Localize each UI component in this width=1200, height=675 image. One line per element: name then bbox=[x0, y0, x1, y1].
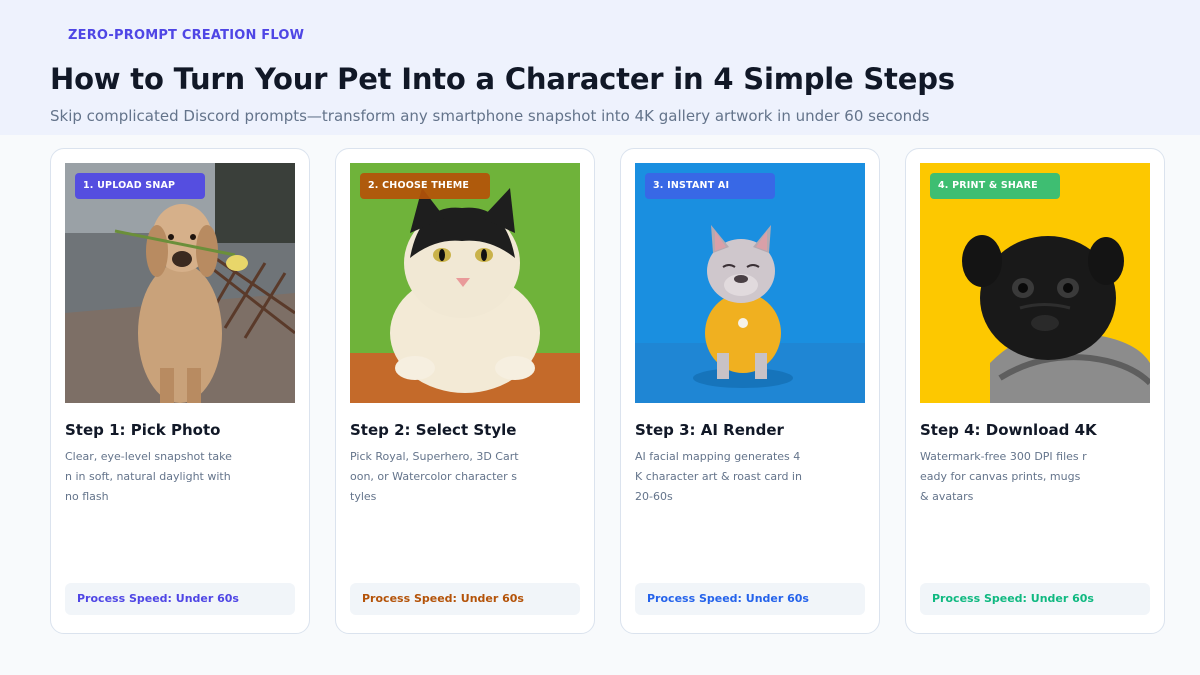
step-4-speed-badge: Process Speed: Under 60s bbox=[920, 583, 1150, 615]
step-card-1[interactable]: 1. UPLOAD SNAP Step 1: Pick Photo Clear,… bbox=[50, 148, 310, 634]
step-2-photo bbox=[350, 163, 580, 403]
step-1-description: Clear, eye-level snapshot taken in soft,… bbox=[65, 450, 232, 503]
step-card-4[interactable]: 4. PRINT & SHARE Step 4: Download 4K Wat… bbox=[905, 148, 1165, 634]
step-3-speed-badge: Process Speed: Under 60s bbox=[635, 583, 865, 615]
step-card-3[interactable]: 3. INSTANT AI Step 3: AI Render AI facia… bbox=[620, 148, 880, 634]
step-1-title: Step 1: Pick Photo bbox=[65, 421, 221, 439]
step-2-speed-badge: Process Speed: Under 60s bbox=[350, 583, 580, 615]
step-4-badge: 4. PRINT & SHARE bbox=[930, 173, 1060, 199]
step-2-description: Pick Royal, Superhero, 3D Cartoon, or Wa… bbox=[350, 450, 519, 503]
pug-image bbox=[920, 163, 1150, 403]
step-3-badge: 3. INSTANT AI bbox=[645, 173, 775, 199]
step-card-2[interactable]: 2. CHOOSE THEME Step 2: Select Style Pic… bbox=[335, 148, 595, 634]
step-1-badge: 1. UPLOAD SNAP bbox=[75, 173, 205, 199]
step-2-title: Step 2: Select Style bbox=[350, 421, 517, 439]
step-3-title: Step 3: AI Render bbox=[635, 421, 784, 439]
step-1-speed-badge: Process Speed: Under 60s bbox=[65, 583, 295, 615]
french-bulldog-image bbox=[635, 163, 865, 403]
cat-image bbox=[350, 163, 580, 403]
step-3-description: AI facial mapping generates 4K character… bbox=[635, 450, 802, 503]
step-4-photo bbox=[920, 163, 1150, 403]
header-band: ZERO-PROMPT CREATION FLOW How to Turn Yo… bbox=[0, 0, 1200, 135]
step-1-photo bbox=[65, 163, 295, 403]
page-title: How to Turn Your Pet Into a Character in… bbox=[50, 62, 955, 96]
step-3-photo bbox=[635, 163, 865, 403]
page-subtitle: Skip complicated Discord prompts—transfo… bbox=[50, 107, 930, 125]
golden-retriever-image bbox=[65, 163, 295, 403]
eyebrow-label: ZERO-PROMPT CREATION FLOW bbox=[68, 28, 305, 43]
step-4-title: Step 4: Download 4K bbox=[920, 421, 1097, 439]
step-2-badge: 2. CHOOSE THEME bbox=[360, 173, 490, 199]
step-4-description: Watermark-free 300 DPI files ready for c… bbox=[920, 450, 1087, 503]
